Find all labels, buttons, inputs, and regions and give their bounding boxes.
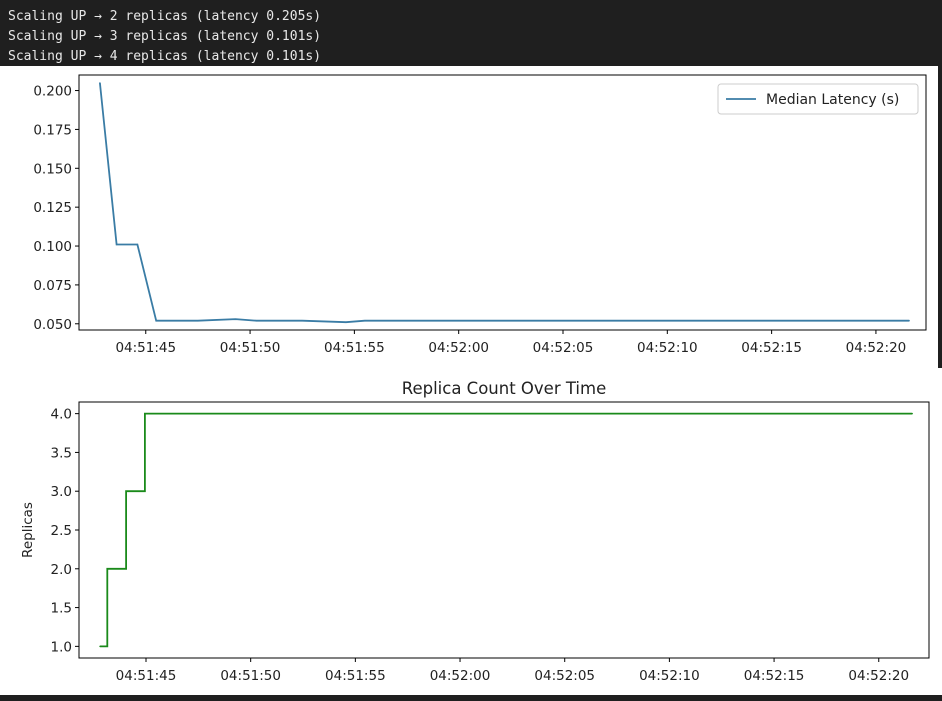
data-point bbox=[255, 320, 257, 322]
data-point bbox=[656, 320, 658, 322]
data-point bbox=[301, 320, 303, 322]
y-tick-label: 3.5 bbox=[51, 445, 72, 461]
y-tick-label: 0.100 bbox=[33, 239, 72, 255]
data-point bbox=[136, 243, 138, 246]
data-point bbox=[144, 413, 146, 415]
plot-frame bbox=[78, 401, 930, 659]
data-point bbox=[116, 243, 118, 246]
y-tick-label: 0.150 bbox=[33, 161, 72, 177]
data-point bbox=[468, 320, 470, 322]
x-tick-label: 04:52:00 bbox=[430, 668, 491, 684]
data-point bbox=[99, 82, 101, 84]
x-tick-label: 04:51:55 bbox=[324, 340, 385, 356]
x-tick-label: 04:51:45 bbox=[115, 340, 176, 356]
x-tick-label: 04:52:05 bbox=[534, 668, 595, 684]
data-point bbox=[405, 320, 408, 322]
y-tick-label: 0.075 bbox=[33, 278, 72, 294]
y-tick-label: 0.175 bbox=[33, 122, 72, 138]
x-tick-label: 04:52:10 bbox=[637, 340, 698, 356]
log-line: Scaling UP → 3 replicas (latency 0.101s) bbox=[8, 29, 322, 44]
data-point bbox=[197, 320, 199, 322]
data-point bbox=[345, 321, 347, 323]
legend-label: Median Latency (s) bbox=[766, 92, 899, 108]
y-tick-label: 0.125 bbox=[33, 200, 72, 216]
latency-figure: 0.200 0.175 0.150 0.125 0.100 0.075 0.050 04:51… bbox=[0, 66, 938, 368]
data-point bbox=[718, 320, 721, 322]
x-tick-label: 04:52:20 bbox=[848, 668, 909, 684]
console-output: Scaling UP → 2 replicas (latency 0.205s)… bbox=[0, 0, 942, 66]
data-point bbox=[99, 645, 101, 647]
x-tick-label: 04:52:00 bbox=[428, 340, 489, 356]
data-point bbox=[125, 490, 127, 492]
x-tick-label: 04:52:10 bbox=[639, 668, 700, 684]
x-tick-label: 04:52:05 bbox=[533, 340, 594, 356]
data-point bbox=[593, 320, 595, 322]
y-tick-label: 1.0 bbox=[51, 639, 72, 655]
y-tick-label: 0.050 bbox=[33, 317, 72, 333]
x-tick-label: 04:52:15 bbox=[741, 340, 802, 356]
replica-chart: 4.0 3.5 3.0 2.5 2.0 1.5 1.0 04:51:45 04:51:50 04:… bbox=[20, 379, 930, 684]
latency-chart: 0.200 0.175 0.150 0.125 0.100 0.075 0.050 04:51… bbox=[33, 74, 927, 356]
x-tick-label: 04:52:20 bbox=[846, 340, 907, 356]
y-tick-label: 2.5 bbox=[51, 523, 72, 539]
x-tick-label: 04:51:50 bbox=[220, 340, 281, 356]
data-point bbox=[531, 320, 533, 322]
data-point bbox=[908, 320, 910, 322]
data-point bbox=[844, 320, 846, 322]
series-line-0 bbox=[99, 82, 910, 324]
x-tick-label: 04:51:45 bbox=[116, 668, 177, 684]
y-tick-label: 2.0 bbox=[51, 562, 72, 578]
series-line-0 bbox=[99, 412, 913, 648]
y-axis-label: Replicas bbox=[20, 502, 36, 558]
y-tick-label: 4.0 bbox=[51, 407, 72, 423]
x-tick-label: 04:52:15 bbox=[744, 668, 805, 684]
y-tick-label: 1.5 bbox=[51, 601, 72, 617]
log-line: Scaling UP → 4 replicas (latency 0.101s) bbox=[8, 49, 322, 64]
x-tick-label: 04:51:55 bbox=[325, 668, 386, 684]
log-line: Scaling UP → 2 replicas (latency 0.205s) bbox=[8, 9, 322, 24]
data-point bbox=[106, 568, 108, 570]
data-point bbox=[781, 320, 783, 322]
replica-figure: 4.0 3.5 3.0 2.5 2.0 1.5 1.0 04:51:45 04:51:50 04:… bbox=[0, 368, 942, 695]
y-tick-label: 0.200 bbox=[33, 84, 72, 100]
y-tick-label: 3.0 bbox=[51, 484, 72, 500]
chart-title: Replica Count Over Time bbox=[402, 379, 607, 398]
data-point bbox=[155, 320, 157, 322]
x-tick-label: 04:51:50 bbox=[220, 668, 281, 684]
data-point bbox=[364, 320, 366, 322]
data-point bbox=[234, 318, 237, 320]
data-point bbox=[911, 413, 913, 415]
